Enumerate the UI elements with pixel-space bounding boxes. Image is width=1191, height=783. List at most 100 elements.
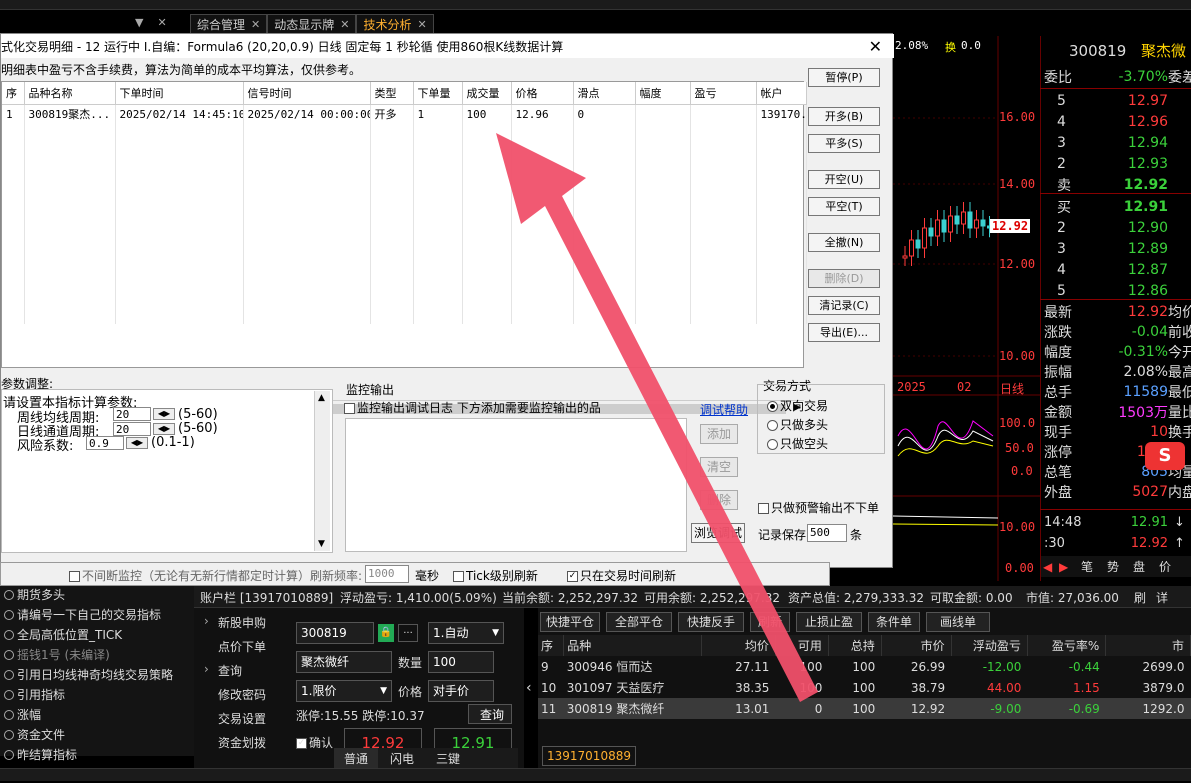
close-icon[interactable]: ✕: [869, 37, 882, 56]
position-action-button[interactable]: 快捷平仓: [540, 612, 600, 632]
nonstop-checkbox[interactable]: 不间断监控（无论有无新行情都定时计算）刷新频率:: [69, 567, 362, 584]
position-column-header[interactable]: 均价: [701, 635, 776, 656]
price-type-select[interactable]: 1.限价 ▼: [296, 680, 392, 702]
keep-records-input[interactable]: 500: [807, 524, 847, 542]
sidebar-item[interactable]: 摇钱1号 (未编译): [4, 646, 110, 663]
order-menu-item[interactable]: › 查询: [204, 662, 242, 679]
order-tabs[interactable]: 普通 闪电 三键: [334, 748, 518, 768]
order-menu-item[interactable]: 交易设置: [218, 710, 266, 727]
collapse-arrow-icon[interactable]: ‹: [526, 680, 532, 696]
position-action-button[interactable]: 刷新: [750, 612, 790, 632]
radio-short-only[interactable]: 只做空头: [767, 435, 828, 452]
quote-subtabs[interactable]: ◀ ▶ 笔 势 盘 价: [1041, 556, 1191, 577]
close-long-button[interactable]: 平多(S): [808, 134, 880, 153]
tab-flash[interactable]: 闪电: [380, 748, 424, 768]
close-icon[interactable]: ✕: [157, 16, 166, 29]
alert-only-checkbox[interactable]: 只做预警输出不下单: [758, 499, 879, 516]
sidebar-item[interactable]: 涨幅: [4, 706, 41, 723]
ask-row[interactable]: 卖 12.92: [1041, 174, 1191, 195]
tab-dynamic[interactable]: 动态显示牌 ✕: [267, 14, 357, 34]
sidebar-item[interactable]: 期货多头: [4, 586, 65, 603]
param-weekly-input[interactable]: 20: [113, 407, 151, 421]
params-scrollbar[interactable]: ▲ ▼: [314, 391, 330, 551]
order-mode-select[interactable]: 1.自动 ▼: [428, 622, 504, 644]
cancel-all-button[interactable]: 全撤(N): [808, 233, 880, 252]
sidebar-item[interactable]: 请编号一下自己的交易指标: [4, 606, 161, 623]
subtab-trend[interactable]: 势: [1107, 558, 1119, 575]
delete-button[interactable]: 删除(D): [808, 269, 880, 288]
param-risk-spin[interactable]: ◀▶: [126, 437, 148, 449]
column-header[interactable]: 帐户: [756, 82, 807, 105]
chevron-down-icon[interactable]: ▼: [380, 681, 387, 701]
ask-row[interactable]: 4 12.96: [1041, 111, 1191, 132]
tab-general[interactable]: 综合管理 ✕: [190, 14, 268, 34]
more-button[interactable]: ...: [398, 624, 418, 642]
column-header[interactable]: 幅度: [635, 82, 691, 105]
close-icon[interactable]: ✕: [417, 18, 426, 31]
column-header[interactable]: 信号时间: [243, 82, 371, 105]
position-action-button[interactable]: 画线单: [926, 612, 990, 632]
arrow-left-icon[interactable]: ◀: [1043, 560, 1052, 574]
tab-normal[interactable]: 普通: [334, 748, 379, 768]
bid-row[interactable]: 2 12.90: [1041, 217, 1191, 238]
tab-technical[interactable]: 技术分析 ✕: [356, 14, 434, 34]
monitor-log-checkbox[interactable]: 监控输出调试日志 下方添加需要监控输出的品: [344, 399, 601, 416]
refresh-mini-button[interactable]: 刷: [1134, 589, 1146, 606]
dropdown-icon[interactable]: ▼: [135, 16, 143, 29]
clear-records-button[interactable]: 清记录(C): [808, 296, 880, 315]
bid-row[interactable]: 5 12.86: [1041, 280, 1191, 301]
ask-row[interactable]: 5 12.97: [1041, 90, 1191, 111]
column-header[interactable]: 下单时间: [115, 82, 244, 105]
radio-long-only[interactable]: 只做多头: [767, 416, 828, 433]
sidebar-item[interactable]: 资金文件: [4, 726, 65, 743]
bid-row[interactable]: 买 12.91: [1041, 196, 1191, 217]
sidebar-item[interactable]: 引用日均线神奇均线交易策略: [4, 666, 173, 683]
ask-row[interactable]: 2 12.93: [1041, 153, 1191, 174]
clear-button[interactable]: 清空: [700, 457, 738, 477]
param-daily-input[interactable]: 20: [113, 422, 151, 436]
order-panel[interactable]: › 新股申购 点价下单 › 查询 修改密码 交易设置 资金划拨 300819 🔒 ... 1.…: [194, 608, 524, 768]
price-chart[interactable]: 2.08% 换 0.0 16.00 14.00 12.00 10.00 12.9…: [893, 36, 1040, 581]
order-menu-item[interactable]: › 新股申购: [204, 614, 266, 631]
position-column-header[interactable]: 序: [538, 635, 565, 656]
export-button[interactable]: 导出(E)...: [808, 323, 880, 342]
tick-refresh-checkbox[interactable]: Tick级别刷新: [453, 567, 538, 584]
param-weekly-spin[interactable]: ◀▶: [153, 408, 175, 420]
sidebar-item[interactable]: 全局高低位置_TICK: [4, 626, 122, 643]
column-header[interactable]: 类型: [370, 82, 414, 105]
subtab-price[interactable]: 价: [1159, 558, 1171, 575]
query-button[interactable]: 查询: [468, 704, 512, 724]
position-row[interactable]: 9 300946 恒而达 27.11 100 100 26.99 -12.00 -0.44 26…: [538, 656, 1191, 677]
subtab-trades[interactable]: 笔: [1081, 558, 1093, 575]
column-header[interactable]: 序: [2, 82, 25, 105]
strategy-sidebar[interactable]: 期货多头请编号一下自己的交易指标 全局高低位置_TICK 摇钱1号 (未编译) 引用日…: [0, 586, 194, 782]
column-header[interactable]: 成交量: [462, 82, 512, 105]
position-column-header[interactable]: 浮动盈亏: [951, 635, 1028, 656]
position-row[interactable]: 10 301097 天益医疗 38.35 100 100 38.79 44.00 1.15 38…: [538, 677, 1191, 698]
position-column-header[interactable]: 可用: [775, 635, 829, 656]
debug-help-link[interactable]: 调试帮助: [700, 401, 748, 418]
param-daily-spin[interactable]: ◀▶: [153, 423, 175, 435]
detail-mini-button[interactable]: 详: [1156, 589, 1168, 606]
stock-code-input[interactable]: 300819: [296, 622, 374, 644]
column-header[interactable]: 盈亏: [690, 82, 757, 105]
browse-debug-button[interactable]: 浏览调试: [691, 523, 745, 543]
positions-table[interactable]: 序品种 均价 可用 总持 市价 浮动盈亏 盈亏率% 市 9 300946 恒而达 27.11 100…: [538, 635, 1191, 719]
top-toolbar[interactable]: [0, 0, 1191, 10]
position-column-header[interactable]: 盈亏率%: [1027, 635, 1107, 656]
column-header[interactable]: 价格: [511, 82, 574, 105]
qty-input[interactable]: 100: [428, 651, 494, 673]
bid-row[interactable]: 3 12.89: [1041, 238, 1191, 259]
param-risk-input[interactable]: 0.9: [86, 436, 124, 450]
position-action-button[interactable]: 快捷反手: [678, 612, 744, 632]
position-row[interactable]: 11 300819 聚杰微纤 13.01 0 100 12.92 -9.00 -0.69 129…: [538, 698, 1191, 719]
arrow-right-icon[interactable]: ▶: [1059, 560, 1068, 574]
sidebar-item[interactable]: 引用指标: [4, 686, 65, 703]
position-column-header[interactable]: 市价: [881, 635, 952, 656]
trade-detail-dialog[interactable]: 式化交易明细 - 12 运行中 I.自编：Formula6 (20,20,0.9…: [0, 33, 894, 568]
bid-row[interactable]: 4 12.87: [1041, 259, 1191, 280]
confirm-checkbox[interactable]: ✓ 确认: [296, 734, 333, 751]
position-column-header[interactable]: 总持: [828, 635, 882, 656]
ask-row[interactable]: 3 12.94: [1041, 132, 1191, 153]
add-button[interactable]: 添加: [700, 424, 738, 444]
